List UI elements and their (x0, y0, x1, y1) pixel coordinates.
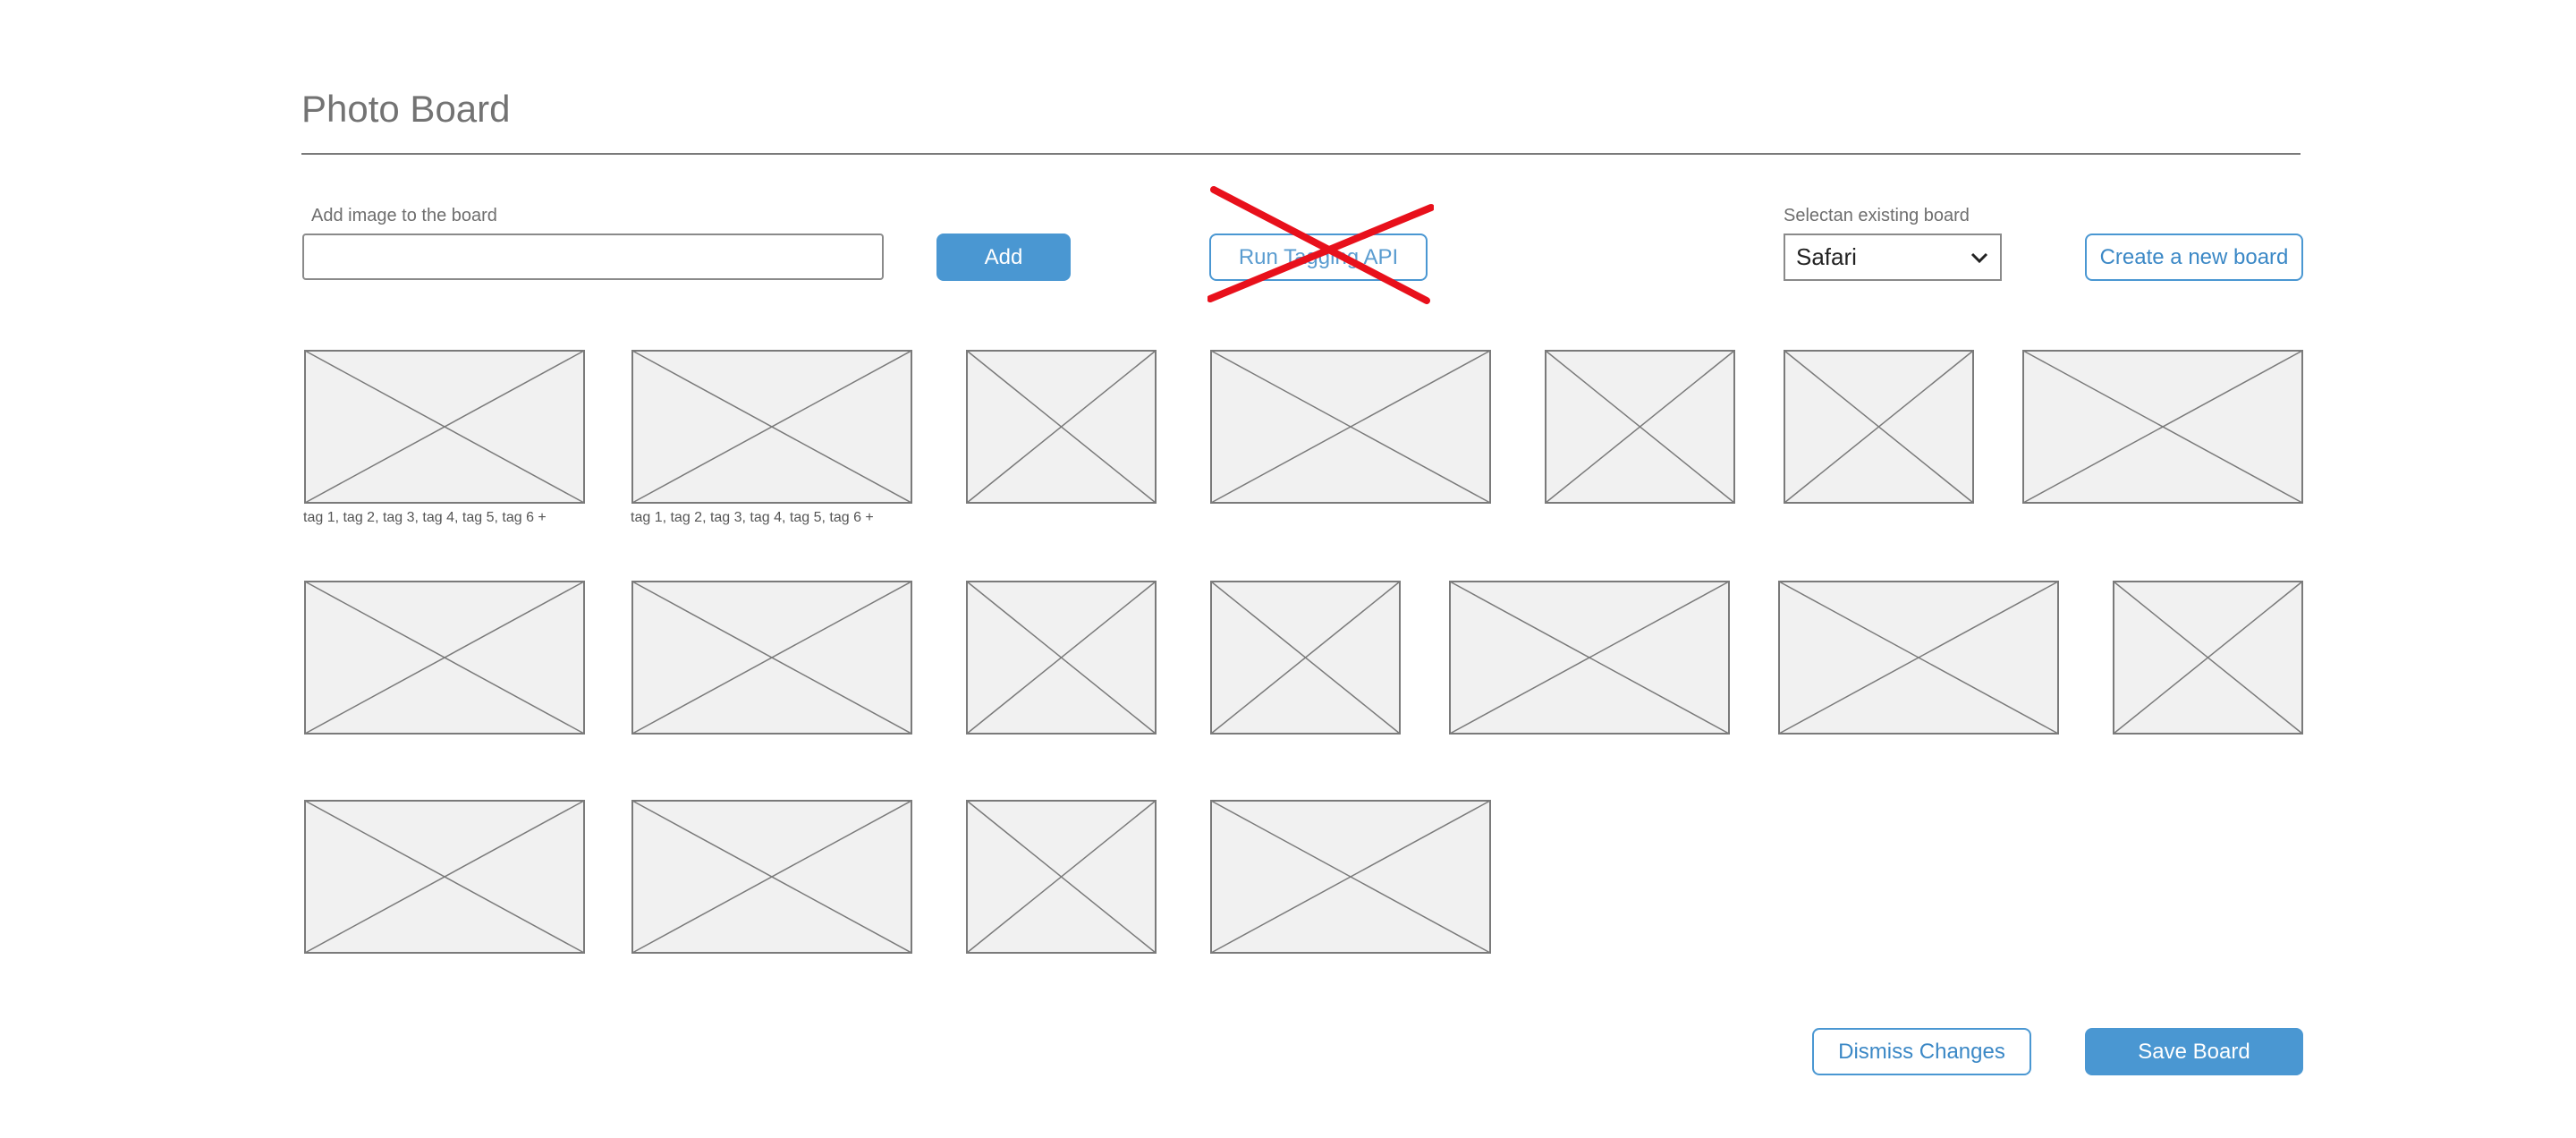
page-title: Photo Board (301, 88, 511, 130)
image-placeholder[interactable] (966, 350, 1157, 504)
image-placeholder[interactable] (1210, 800, 1491, 954)
image-placeholder[interactable] (631, 581, 912, 735)
image-placeholder[interactable] (1784, 350, 1974, 504)
image-placeholder[interactable] (304, 581, 585, 735)
select-board-label: Selectan existing board (1784, 206, 1970, 225)
image-placeholder-icon (631, 800, 912, 954)
add-image-input[interactable] (302, 234, 884, 280)
image-placeholder[interactable] (966, 581, 1157, 735)
add-button[interactable]: Add (936, 234, 1071, 281)
image-placeholder-icon (1778, 581, 2059, 735)
image-placeholder[interactable] (1449, 581, 1730, 735)
image-placeholder-icon (966, 800, 1157, 954)
dismiss-changes-button[interactable]: Dismiss Changes (1812, 1028, 2031, 1075)
image-placeholder-icon (1210, 800, 1491, 954)
image-placeholder-icon (1545, 350, 1735, 504)
board-select-value: Safari (1796, 243, 1857, 270)
board-select[interactable]: Safari (1784, 234, 2002, 281)
image-placeholder[interactable] (1210, 581, 1401, 735)
image-placeholder-icon (304, 581, 585, 735)
image-placeholder-icon (1784, 350, 1974, 504)
save-board-button[interactable]: Save Board (2085, 1028, 2303, 1075)
image-placeholder-icon (966, 581, 1157, 735)
run-tagging-api-button[interactable]: Run Tagging API (1209, 234, 1428, 281)
image-placeholder[interactable] (1210, 350, 1491, 504)
image-placeholder[interactable] (2113, 581, 2303, 735)
image-placeholder[interactable] (966, 800, 1157, 954)
image-placeholder-icon (631, 350, 912, 504)
image-placeholder-icon (631, 581, 912, 735)
image-placeholder-icon (2022, 350, 2303, 504)
image-tags: tag 1, tag 2, tag 3, tag 4, tag 5, tag 6… (303, 510, 547, 525)
image-placeholder[interactable] (631, 350, 912, 504)
image-placeholder[interactable] (1545, 350, 1735, 504)
image-tags: tag 1, tag 2, tag 3, tag 4, tag 5, tag 6… (631, 510, 874, 525)
title-divider (301, 153, 2301, 155)
create-board-button[interactable]: Create a new board (2085, 234, 2303, 281)
image-placeholder[interactable] (304, 350, 585, 504)
chevron-down-icon (1970, 252, 1988, 263)
image-placeholder-icon (304, 800, 585, 954)
image-placeholder-icon (1449, 581, 1730, 735)
image-placeholder-icon (2113, 581, 2303, 735)
image-placeholder-icon (1210, 581, 1401, 735)
image-placeholder-icon (1210, 350, 1491, 504)
image-placeholder-icon (304, 350, 585, 504)
image-placeholder[interactable] (1778, 581, 2059, 735)
image-placeholder-icon (966, 350, 1157, 504)
image-placeholder[interactable] (2022, 350, 2303, 504)
image-placeholder[interactable] (631, 800, 912, 954)
add-image-label: Add image to the board (311, 206, 497, 225)
image-placeholder[interactable] (304, 800, 585, 954)
